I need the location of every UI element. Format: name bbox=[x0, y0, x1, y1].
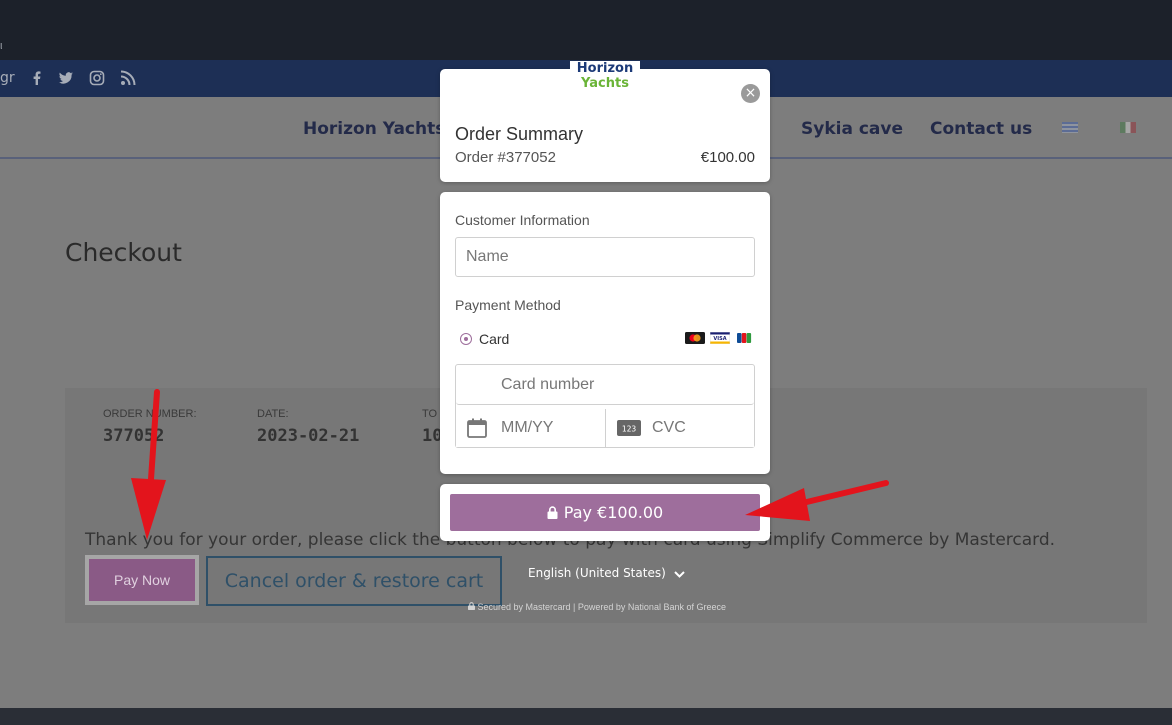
order-summary-title: Order Summary bbox=[455, 124, 584, 144]
modal-order-number: Order #377052 bbox=[455, 149, 556, 166]
card-option-label: Card bbox=[479, 331, 510, 347]
card-number-input[interactable] bbox=[456, 365, 754, 405]
rss-icon[interactable] bbox=[120, 70, 136, 86]
card-details-group: 123 bbox=[455, 364, 755, 448]
date-label: DATE: bbox=[257, 408, 289, 420]
small-lock-icon bbox=[468, 602, 475, 610]
order-number-label: ORDER NUMBER: bbox=[103, 408, 197, 420]
total-label: TO bbox=[422, 408, 438, 420]
pay-button[interactable]: Pay €100.00 bbox=[450, 494, 760, 531]
language-code[interactable]: gr bbox=[0, 70, 15, 86]
mastercard-icon bbox=[685, 332, 705, 344]
chevron-down-icon bbox=[674, 571, 685, 578]
logo-line-horizon: Horizon bbox=[576, 61, 634, 76]
italian-flag-icon[interactable] bbox=[1120, 122, 1136, 133]
twitter-icon[interactable] bbox=[58, 70, 74, 86]
nav-item-horizon-yachts[interactable]: Horizon Yachts bbox=[303, 119, 445, 139]
modal-order-amount: €100.00 bbox=[700, 149, 755, 166]
secured-by-footer: Secured by Mastercard | Powered by Natio… bbox=[468, 602, 726, 612]
pay-button-label: Pay €100.00 bbox=[563, 503, 664, 522]
language-selector[interactable]: English (United States) bbox=[528, 566, 685, 580]
cvc-icon: 123 bbox=[617, 420, 641, 436]
facebook-icon[interactable] bbox=[29, 70, 45, 86]
logo-line-yachts: Yachts bbox=[581, 76, 629, 91]
nav-item-contact-us[interactable]: Contact us bbox=[930, 119, 1032, 139]
nav-item-sykia-cave[interactable]: Sykia cave bbox=[801, 119, 903, 139]
cancel-order-button[interactable]: Cancel order & restore cart bbox=[206, 556, 502, 606]
secured-by-text: Secured by Mastercard | Powered by Natio… bbox=[477, 602, 726, 612]
svg-text:123: 123 bbox=[622, 425, 637, 434]
date-value: 2023-02-21 bbox=[257, 426, 360, 446]
pay-button-card: Pay €100.00 bbox=[440, 484, 770, 541]
card-radio-button[interactable] bbox=[460, 333, 472, 345]
close-icon[interactable]: × bbox=[741, 84, 760, 103]
top-bar: ι bbox=[0, 0, 1172, 60]
page-title: Checkout bbox=[65, 238, 182, 267]
customer-information-label: Customer Information bbox=[455, 212, 590, 228]
greek-flag-icon[interactable] bbox=[1062, 122, 1078, 133]
order-number-value: 377052 bbox=[103, 426, 165, 446]
svg-text:VISA: VISA bbox=[713, 336, 726, 342]
lock-icon bbox=[547, 506, 558, 519]
instagram-icon[interactable] bbox=[89, 70, 105, 86]
name-input[interactable] bbox=[455, 237, 755, 277]
payment-method-label: Payment Method bbox=[455, 297, 561, 313]
jcb-icon bbox=[737, 333, 752, 343]
calendar-icon bbox=[467, 418, 487, 438]
horizon-yachts-logo: Horizon Yachts bbox=[570, 61, 640, 97]
payment-form-card: Customer Information Payment Method Card… bbox=[440, 192, 770, 474]
pay-now-focus-ring: Pay Now bbox=[85, 555, 199, 605]
visa-icon: VISA bbox=[710, 332, 730, 344]
language-selector-label: English (United States) bbox=[528, 566, 666, 580]
top-bar-mark: ι bbox=[0, 40, 3, 52]
footer-strip bbox=[0, 708, 1172, 725]
pay-now-button[interactable]: Pay Now bbox=[89, 559, 195, 601]
